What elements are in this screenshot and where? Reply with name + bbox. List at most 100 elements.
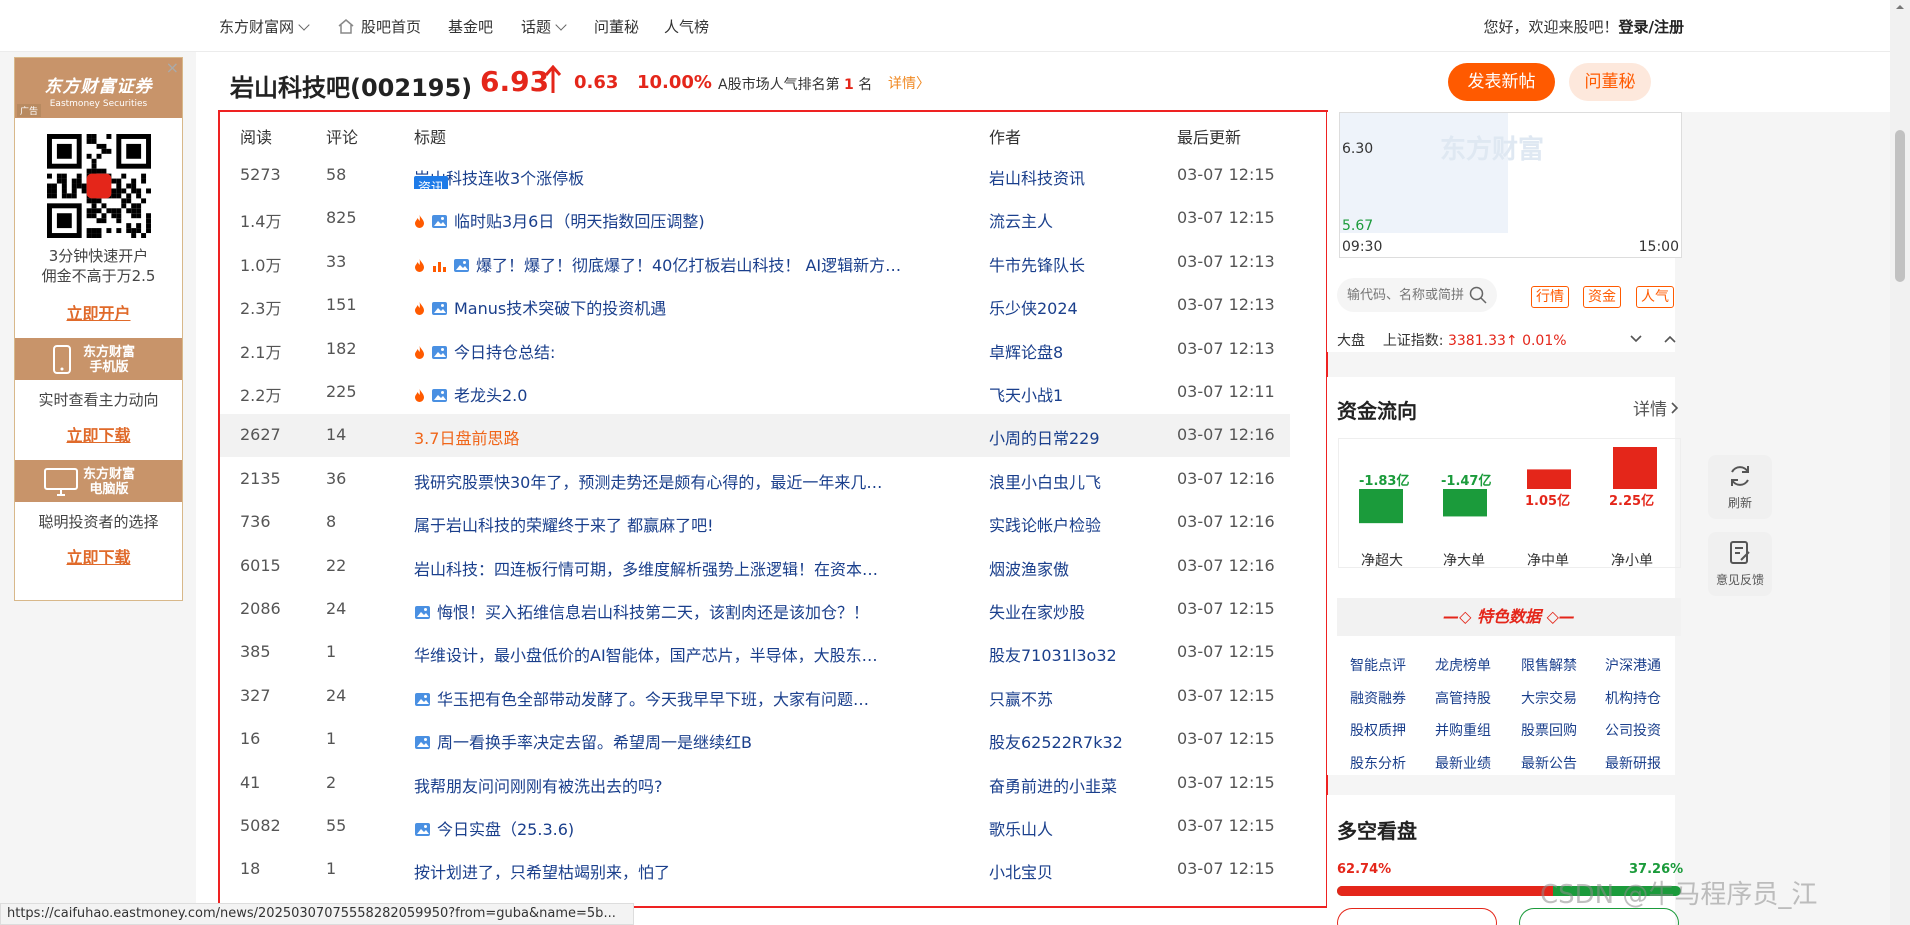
close-icon[interactable]: × (166, 58, 179, 77)
cell-title-text[interactable]: 3.7日盘前思路 (414, 429, 519, 448)
cell-author[interactable]: 浪里小白虫儿飞 (989, 469, 1101, 493)
feature-link[interactable]: 限售解禁 (1521, 655, 1577, 675)
feature-link[interactable]: 融资融券 (1350, 688, 1406, 708)
cell-author[interactable]: 歌乐山人 (989, 816, 1053, 840)
search-input[interactable] (1347, 278, 1465, 312)
cell-author[interactable]: 股友71031l3o32 (989, 642, 1117, 666)
feature-link[interactable]: 最新公告 (1521, 753, 1577, 773)
table-row[interactable]: 385 1 华维设计，最小盘低价的AI智能体，国产芯片，半导体，大股东… 股友7103… (220, 631, 1290, 674)
feature-link[interactable]: 大宗交易 (1521, 688, 1577, 708)
stock-search[interactable] (1337, 278, 1497, 312)
cell-author[interactable]: 失业在家炒股 (989, 599, 1085, 623)
mobile-download-link[interactable]: 立即下载 (15, 422, 182, 446)
cell-author[interactable]: 飞天小战1 (989, 382, 1063, 406)
feature-link[interactable]: 机构持仓 (1605, 688, 1661, 708)
cell-author[interactable]: 小北宝贝 (989, 859, 1053, 883)
cell-title[interactable]: 华维设计，最小盘低价的AI智能体，国产芯片，半导体，大股东… (414, 642, 878, 666)
cell-title[interactable]: 周一看换手率决定去留。希望周一是继续红B (414, 729, 752, 753)
cell-author[interactable]: 牛市先锋队长 (989, 252, 1085, 276)
table-row[interactable]: 1.0万 33 爆了！爆了！彻底爆了！40亿打板岩山科技！ AI逻辑新方… 牛市先锋队… (220, 241, 1290, 284)
cell-author[interactable]: 胡说酒道 (989, 903, 1053, 906)
bull-vote-button[interactable] (1337, 908, 1497, 925)
login-link[interactable]: 登录/注册 (1619, 18, 1684, 36)
cell-title-text[interactable]: 悔恨！买入拓维信息岩山科技第二天，该割肉还是该加仓？！ (437, 603, 869, 622)
cell-title[interactable]: 我研究股票快30年了，预测走势还是颇有心得的，最近一年来几… (414, 469, 882, 493)
feature-link[interactable]: 龙虎榜单 (1435, 655, 1491, 675)
table-row[interactable]: 736 8 属于岩山科技的荣耀终于来了 都赢麻了吧! 实践论帐户检验 03-07 12:… (220, 501, 1290, 544)
table-row[interactable]: 327 24 华玉把有色全部带动发酵了。今天我早早下班，大家有问题… 只赢不苏 03-0… (220, 675, 1290, 718)
cell-author[interactable]: 股友62522R7k32 (989, 729, 1123, 753)
feature-link[interactable]: 最新业绩 (1435, 753, 1491, 773)
quote-button[interactable]: 行情 (1531, 286, 1569, 308)
ask-secretary-button[interactable]: 问董秘 (1569, 63, 1651, 101)
cell-title-text[interactable]: 临时贴3月6日（明天指数回压调整) (454, 212, 705, 231)
table-row[interactable]: 41 2 我帮朋友问问刚刚有被洗出去的吗? 奋勇前进的小韭菜 03-07 12:15 (220, 762, 1290, 805)
nav-secretary[interactable]: 问董秘 (594, 16, 639, 37)
fund-flow-detail[interactable]: 详情 (1633, 395, 1680, 420)
feature-link[interactable]: 股东分析 (1350, 753, 1406, 773)
cell-author[interactable]: 乐少侠2024 (989, 295, 1078, 319)
cell-title[interactable]: 按计划进了，只希望枯竭别来，怕了 (414, 859, 670, 883)
cell-title-text[interactable]: 我帮朋友问问刚刚有被洗出去的吗? (414, 777, 663, 796)
cell-author[interactable]: 卓辉论盘8 (989, 339, 1063, 363)
table-row[interactable]: 6015 22 岩山科技：四连板行情可期，多维度解析强势上涨逻辑！在资本… 烟波渔家傲… (220, 545, 1290, 588)
nav-topic[interactable]: 话题 (521, 16, 567, 37)
cell-title-text[interactable]: 属于岩山科技的荣耀终于来了 都赢麻了吧! (414, 516, 714, 535)
chevron-up-icon[interactable] (1663, 334, 1677, 344)
cell-author[interactable]: 小周的日常229 (989, 425, 1100, 449)
cell-title-text[interactable]: 华玉把有色全部带动发酵了。今天我早早下班，大家有问题… (437, 690, 869, 709)
cell-title[interactable]: 爆了！爆了！彻底爆了！40亿打板岩山科技！ AI逻辑新方… (414, 252, 901, 276)
cell-title-text[interactable]: 老龙头2.0 (454, 386, 527, 405)
rank-detail-link[interactable]: 详情〉 (888, 73, 930, 93)
table-row[interactable]: 18 1 按计划进了，只希望枯竭别来，怕了 小北宝贝 03-07 12:15 (220, 848, 1290, 891)
cell-author[interactable]: 岩山科技资讯 (989, 165, 1085, 189)
nav-popular[interactable]: 人气榜 (664, 16, 709, 37)
popularity-button[interactable]: 人气 (1636, 286, 1674, 308)
nav-fund[interactable]: 基金吧 (448, 16, 493, 37)
cell-title-text[interactable]: 岩山科技：四连板行情可期，多维度解析强势上涨逻辑！在资本… (414, 560, 878, 579)
fund-button[interactable]: 资金 (1583, 286, 1621, 308)
chevron-down-icon[interactable] (1629, 334, 1643, 344)
nav-home[interactable]: 股吧首页 (337, 16, 421, 37)
cell-title[interactable]: 临时贴3月6日（明天指数回压调整) (414, 208, 705, 232)
feature-link[interactable]: 股权质押 (1350, 720, 1406, 740)
table-row[interactable]: 5082 55 今日实盘（25.3.6) 歌乐山人 03-07 12:15 (220, 805, 1290, 848)
cell-title[interactable]: 3.7日盘前思路 (414, 425, 519, 449)
cell-title-text[interactable]: 我研究股票快30年了，预测走势还是颇有心得的，最近一年来几… (414, 473, 882, 492)
feature-link[interactable]: 公司投资 (1605, 720, 1661, 740)
cell-title[interactable]: 悔恨！买入拓维信息岩山科技第二天，该割肉还是该加仓？！ (414, 599, 869, 623)
cell-author[interactable]: 只赢不苏 (989, 686, 1053, 710)
feature-link[interactable]: 智能点评 (1350, 655, 1406, 675)
nav-site[interactable]: 东方财富网 (219, 16, 310, 37)
cell-title-text[interactable]: 今日持仓总结: (454, 343, 555, 362)
search-icon[interactable] (1469, 286, 1487, 304)
feature-link[interactable]: 沪深港通 (1605, 655, 1661, 675)
feature-link[interactable]: 股票回购 (1521, 720, 1577, 740)
table-row[interactable]: 2.1万 182 今日持仓总结: 卓辉论盘8 03-07 12:13 (220, 328, 1290, 371)
cell-title[interactable]: 属于岩山科技的荣耀终于来了 都赢麻了吧! (414, 512, 714, 536)
cell-title-text[interactable]: 周一看换手率决定去留。希望周一是继续红B (437, 733, 752, 752)
table-row[interactable]: 2.3万 151 Manus技术突破下的投资机遇 乐少侠2024 03-07 12:13 (220, 284, 1290, 327)
open-account-link[interactable]: 立即开户 (15, 300, 182, 324)
cell-author[interactable]: 烟波渔家傲 (989, 556, 1069, 580)
pc-download-link[interactable]: 立即下载 (15, 544, 182, 568)
cell-title-text[interactable]: Manus技术突破下的投资机遇 (454, 299, 666, 318)
scrollbar-thumb[interactable] (1895, 130, 1905, 282)
cell-author[interactable]: 流云主人 (989, 208, 1053, 232)
scroll-up-icon[interactable] (1890, 0, 1910, 14)
cell-title-text[interactable]: 华维设计，最小盘低价的AI智能体，国产芯片，半导体，大股东… (414, 646, 878, 665)
refresh-button[interactable]: 刷新 (1708, 455, 1772, 519)
table-row[interactable]: 5273 58 资讯 岩山科技连收3个涨停板 岩山科技资讯 03-07 12:15 (220, 154, 1290, 197)
table-row[interactable]: 2.2万 225 老龙头2.0 飞天小战1 03-07 12:11 (220, 371, 1290, 414)
feedback-button[interactable]: 意见反馈 (1708, 532, 1772, 596)
cell-title[interactable]: 岩山科技：四连板行情可期，多维度解析强势上涨逻辑！在资本… (414, 556, 878, 580)
table-row[interactable]: 2627 14 3.7日盘前思路 小周的日常229 03-07 12:16 (220, 414, 1290, 457)
feature-link[interactable]: 最新研报 (1605, 753, 1661, 773)
table-row[interactable]: 2135 36 我研究股票快30年了，预测走势还是颇有心得的，最近一年来几… 浪里小白… (220, 458, 1290, 501)
feature-link[interactable]: 高管持股 (1435, 688, 1491, 708)
table-row[interactable]: 16 1 周一看换手率决定去留。希望周一是继续红B 股友62522R7k32 03-07… (220, 718, 1290, 761)
cell-title[interactable]: 我帮朋友问问刚刚有被洗出去的吗? (414, 773, 663, 797)
cell-title[interactable]: 资讯 岩山科技连收3个涨停板 (414, 165, 584, 189)
feature-link[interactable]: 并购重组 (1435, 720, 1491, 740)
table-row[interactable]: 1.4万 825 临时贴3月6日（明天指数回压调整) 流云主人 03-07 12:15 (220, 197, 1290, 240)
